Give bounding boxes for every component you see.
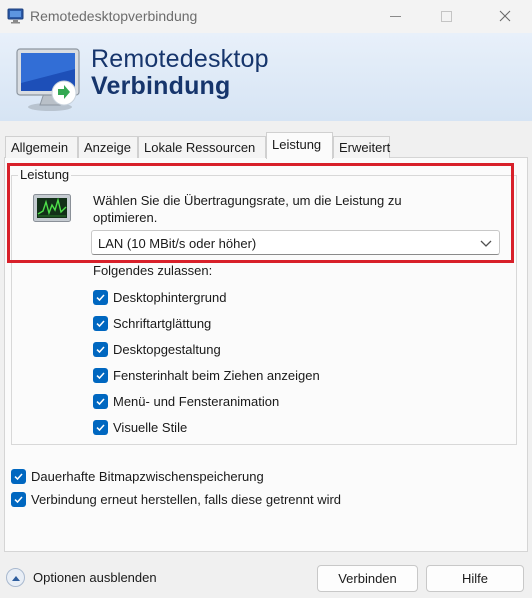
remote-desktop-monitor-icon <box>16 48 80 111</box>
performance-group-label: Leistung <box>18 167 72 182</box>
option-bitmap-caching[interactable]: Dauerhafte Bitmapzwischenspeicherung <box>11 467 264 485</box>
checkmark-icon <box>96 371 105 379</box>
maximize-icon <box>440 10 452 22</box>
tab-lokale-ressourcen[interactable]: Lokale Ressourcen <box>138 136 266 158</box>
option-fensterinhalt-ziehen[interactable]: Fensterinhalt beim Ziehen anzeigen <box>93 366 320 384</box>
checkbox-desktopgestaltung[interactable] <box>93 341 108 357</box>
allow-following-label: Folgendes zulassen: <box>93 263 213 278</box>
close-button[interactable] <box>482 0 528 32</box>
checkbox-fensterinhalt-ziehen[interactable] <box>93 367 108 383</box>
remote-desktop-app-icon <box>7 8 24 24</box>
title-bar: Remotedesktopverbindung <box>0 0 532 33</box>
connection-speed-select[interactable]: LAN (10 MBit/s oder höher) <box>91 230 500 255</box>
banner-title-line1: Remotedesktop <box>91 45 269 73</box>
connection-speed-value: LAN (10 MBit/s oder höher) <box>98 236 257 251</box>
speed-description: Wählen Sie die Übertragungsrate, um die … <box>93 193 402 225</box>
checkbox-menue-fensteranimation[interactable] <box>93 393 108 409</box>
performance-monitor-icon <box>33 194 71 222</box>
checkbox-visuelle-stile[interactable] <box>93 419 108 435</box>
minimize-button[interactable] <box>372 0 418 32</box>
option-desktopgestaltung[interactable]: Desktopgestaltung <box>93 340 221 358</box>
option-desktophintergrund[interactable]: Desktophintergrund <box>93 288 226 306</box>
option-reconnect[interactable]: Verbindung erneut herstellen, falls dies… <box>11 490 341 508</box>
checkmark-icon <box>96 397 105 405</box>
help-button[interactable]: Hilfe <box>426 565 524 592</box>
chevron-up-icon <box>6 568 25 587</box>
option-menue-fensteranimation[interactable]: Menü- und Fensteranimation <box>93 392 279 410</box>
tab-leistung[interactable]: Leistung <box>266 132 333 159</box>
checkbox-reconnect[interactable] <box>11 491 26 507</box>
checkmark-icon <box>96 423 105 431</box>
window-title: Remotedesktopverbindung <box>30 8 198 24</box>
checkmark-icon <box>96 319 105 327</box>
banner-title-line2: Verbindung <box>91 72 231 100</box>
option-visuelle-stile[interactable]: Visuelle Stile <box>93 418 187 436</box>
checkmark-icon <box>96 345 105 353</box>
checkbox-bitmap-caching[interactable] <box>11 468 26 484</box>
option-label: Menü- und Fensteranimation <box>113 393 280 409</box>
option-label: Desktophintergrund <box>113 289 227 305</box>
tab-erweitert[interactable]: Erweitert <box>333 136 390 158</box>
checkmark-icon <box>96 293 105 301</box>
tab-anzeige[interactable]: Anzeige <box>78 136 138 158</box>
checkmark-icon <box>14 495 23 503</box>
checkbox-schriftartglaettung[interactable] <box>93 315 108 331</box>
hide-options-label: Optionen ausblenden <box>33 570 157 585</box>
checkbox-desktophintergrund[interactable] <box>93 289 108 305</box>
tab-allgemein[interactable]: Allgemein <box>5 136 78 158</box>
close-icon <box>499 10 511 22</box>
option-label: Desktopgestaltung <box>113 341 221 357</box>
option-label: Schriftartglättung <box>113 315 212 331</box>
minimize-icon <box>389 15 401 17</box>
hide-options-toggle[interactable]: Optionen ausblenden <box>6 568 157 587</box>
option-schriftartglaettung[interactable]: Schriftartglättung <box>93 314 211 332</box>
connect-button[interactable]: Verbinden <box>317 565 418 592</box>
checkmark-icon <box>14 472 23 480</box>
option-label: Verbindung erneut herstellen, falls dies… <box>31 491 342 507</box>
option-label: Dauerhafte Bitmapzwischenspeicherung <box>31 468 264 484</box>
header-banner: Remotedesktop Verbindung <box>0 33 532 121</box>
option-label: Fensterinhalt beim Ziehen anzeigen <box>113 367 320 383</box>
option-label: Visuelle Stile <box>113 419 188 435</box>
chevron-down-icon <box>480 240 492 247</box>
maximize-button[interactable] <box>423 0 469 32</box>
